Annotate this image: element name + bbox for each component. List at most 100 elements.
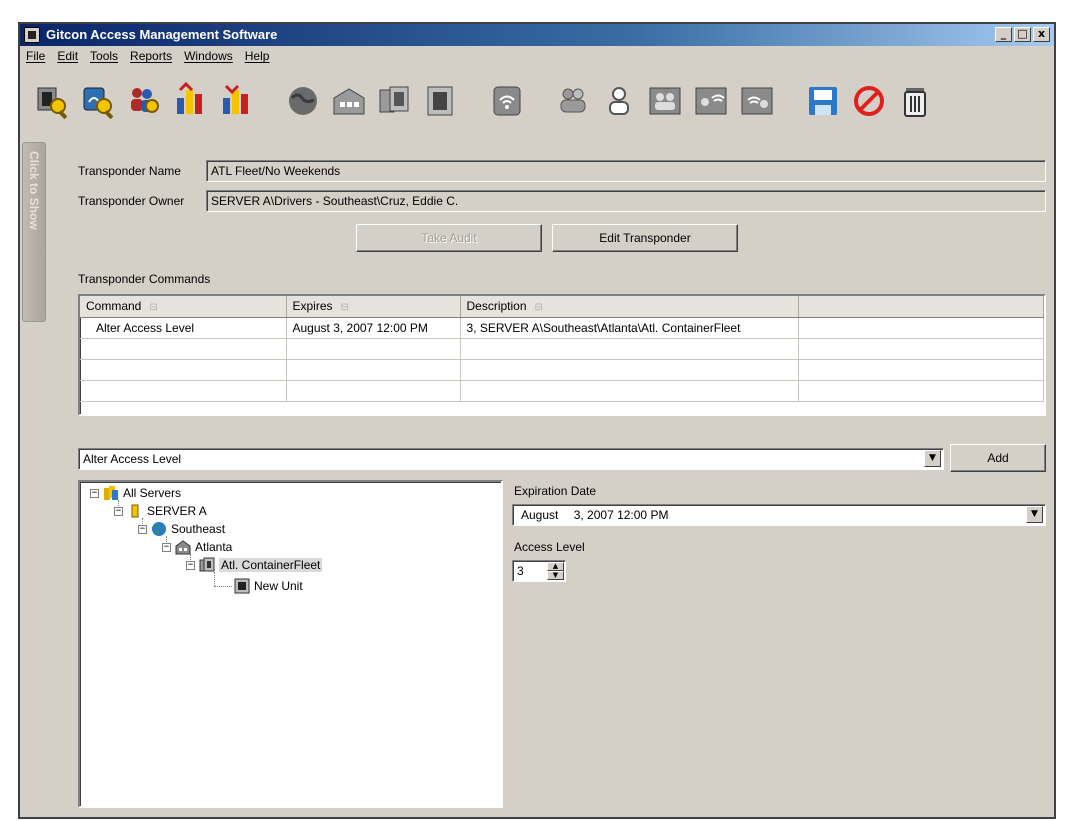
side-tab-label: Click to Show <box>27 151 41 230</box>
container-fleet-icon[interactable] <box>376 82 414 120</box>
building-icon[interactable] <box>330 82 368 120</box>
tree-node-southeast[interactable]: − Southeast <box>138 520 225 538</box>
find-transponder-icon[interactable] <box>34 82 72 120</box>
cell-expires: August 3, 2007 12:00 PM <box>286 317 461 339</box>
container-fleet-icon <box>199 557 215 573</box>
tree-node-new-unit[interactable]: New Unit <box>234 577 303 595</box>
date-dropdown-icon[interactable]: ▼ <box>1026 506 1043 523</box>
column-header-expires[interactable]: Expires ⊟ <box>286 296 461 318</box>
tree-node-all-servers[interactable]: − All Servers <box>90 484 181 502</box>
add-button[interactable]: Add <box>950 444 1046 472</box>
cancel-icon[interactable] <box>850 82 888 120</box>
window-title: Gitcon Access Management Software <box>46 27 278 42</box>
cell-extra <box>798 380 1044 402</box>
transponder-owner-label: Transponder Owner <box>78 194 185 208</box>
commands-grid: Command ⊟ Expires ⊟ Description ⊟ Alter Acc… <box>78 294 1046 416</box>
transponder-audit-icon[interactable] <box>80 82 118 120</box>
take-audit-button[interactable]: Take Audit <box>356 224 542 252</box>
menu-tools[interactable]: Tools <box>90 49 118 63</box>
globe-icon[interactable] <box>284 82 322 120</box>
group-icon[interactable] <box>646 82 684 120</box>
menu-help[interactable]: Help <box>245 49 270 63</box>
collapse-icon[interactable]: − <box>138 524 147 534</box>
transponder-name-label: Transponder Name <box>78 164 181 178</box>
cell-command <box>80 338 287 360</box>
column-header-description[interactable]: Description ⊟ <box>460 296 799 318</box>
tree-node-server-a[interactable]: − SERVER A <box>114 502 207 520</box>
table-row[interactable]: Alter Access Level August 3, 2007 12:00 … <box>80 317 1044 339</box>
report-icon[interactable] <box>172 81 210 120</box>
toolbar <box>20 68 1054 138</box>
cell-expires <box>286 359 461 381</box>
edit-transponder-button[interactable]: Edit Transponder <box>552 224 738 252</box>
sort-icon: ⊟ <box>149 302 158 314</box>
title-bar[interactable]: Gitcon Access Management Software _ □ x <box>20 24 1054 46</box>
cell-command <box>80 359 287 381</box>
expiration-month[interactable]: August <box>521 508 558 522</box>
menu-file[interactable]: File <box>26 49 45 63</box>
user-icon[interactable] <box>600 82 638 120</box>
column-header-extra[interactable] <box>798 296 1044 318</box>
table-row[interactable] <box>80 338 1044 360</box>
access-level-value[interactable]: 3 <box>517 564 524 578</box>
cell-command <box>80 380 287 402</box>
cell-extra <box>798 317 1044 339</box>
column-header-command[interactable]: Command ⊟ <box>80 296 287 318</box>
collapse-icon[interactable]: − <box>114 506 123 516</box>
cell-extra <box>798 359 1044 381</box>
app-icon[interactable] <box>24 27 40 43</box>
tree-node-atl-containerfleet[interactable]: − Atl. ContainerFleet <box>186 556 323 574</box>
save-icon[interactable] <box>804 82 842 120</box>
menu-edit[interactable]: Edit <box>57 49 78 63</box>
find-user-icon[interactable] <box>126 82 164 120</box>
click-to-show-tab[interactable]: Click to Show <box>22 142 46 322</box>
delete-icon[interactable] <box>896 82 934 120</box>
command-select-value: Alter Access Level <box>83 452 182 466</box>
group-wireless-icon[interactable] <box>692 82 730 120</box>
tree-node-label: SERVER A <box>147 504 207 518</box>
tree-node-atlanta[interactable]: − Atlanta <box>162 538 232 556</box>
tree-node-label: Southeast <box>171 522 226 536</box>
collapse-icon[interactable]: − <box>186 560 195 570</box>
decrement-icon[interactable]: ▼ <box>547 571 564 580</box>
unit-icon <box>234 578 250 594</box>
command-select[interactable]: Alter Access Level <box>78 448 944 470</box>
menu-windows[interactable]: Windows <box>184 49 233 63</box>
cell-description: 3, SERVER A\Southeast\Atlanta\Atl. Conta… <box>460 317 799 339</box>
tree-node-label: Atlanta <box>195 540 233 554</box>
minimize-button[interactable]: _ <box>995 27 1012 42</box>
access-level-stepper[interactable]: 3 ▲ ▼ <box>512 560 566 582</box>
cell-expires <box>286 338 461 360</box>
transponder-owner-field[interactable]: SERVER A\Drivers - Southeast\Cruz, Eddie… <box>206 190 1046 212</box>
wireless-transponder-icon[interactable] <box>488 82 526 120</box>
column-header-expires-label: Expires <box>292 299 333 314</box>
unit-icon[interactable] <box>422 82 460 120</box>
access-level-label: Access Level <box>514 540 585 554</box>
expiration-date-picker[interactable]: August 3, 2007 12:00 PM <box>512 504 1046 526</box>
app-window: Gitcon Access Management Software _ □ x … <box>18 22 1056 819</box>
transponder-name-field[interactable]: ATL Fleet/No Weekends <box>206 160 1046 182</box>
column-header-description-label: Description <box>466 299 527 314</box>
table-row[interactable] <box>80 380 1044 402</box>
table-row[interactable] <box>80 359 1044 381</box>
menu-reports[interactable]: Reports <box>130 49 172 63</box>
tree-node-label: Atl. ContainerFleet <box>219 558 323 572</box>
server-icon <box>127 503 143 519</box>
group-wireless-alt-icon[interactable] <box>738 82 776 120</box>
maximize-button[interactable]: □ <box>1014 27 1031 42</box>
increment-icon[interactable]: ▲ <box>547 562 564 571</box>
cell-description <box>460 359 799 381</box>
column-header-command-label: Command <box>86 299 142 314</box>
collapse-icon[interactable]: − <box>162 542 171 552</box>
collapse-icon[interactable]: − <box>90 488 99 498</box>
cell-command: Alter Access Level <box>80 317 287 339</box>
transponder-commands-label: Transponder Commands <box>78 272 211 286</box>
sort-icon: ⊟ <box>534 302 543 314</box>
report-alt-icon[interactable] <box>218 82 256 120</box>
menu-bar: File Edit Tools Reports Windows Help <box>20 46 1054 66</box>
command-select-dropdown-icon[interactable]: ▼ <box>924 450 941 467</box>
all-servers-icon <box>103 485 119 501</box>
close-button[interactable]: x <box>1033 27 1050 42</box>
user-group-icon[interactable] <box>554 82 592 120</box>
expiration-date-time[interactable]: 3, 2007 12:00 PM <box>574 508 669 522</box>
